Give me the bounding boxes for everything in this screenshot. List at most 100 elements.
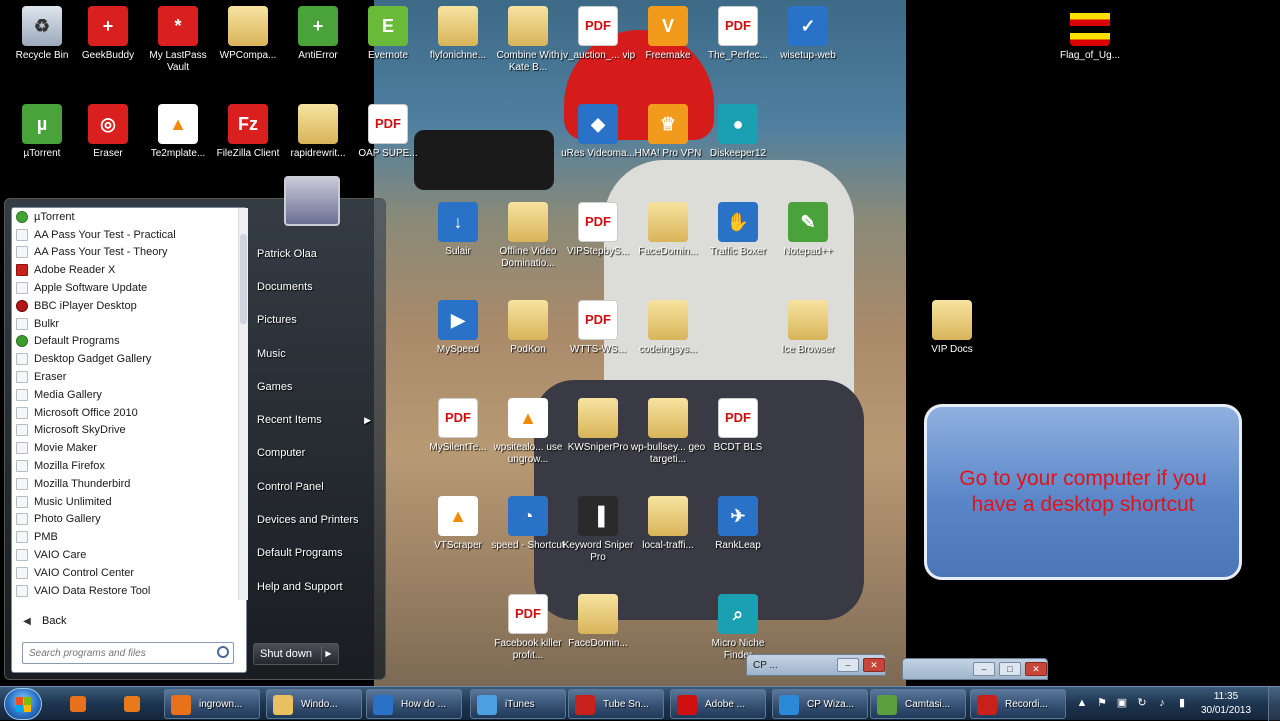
desktop-shortcut[interactable]: ◔ speed - Shortcut bbox=[490, 496, 566, 552]
program-list-item[interactable]: BBC iPlayer Desktop bbox=[12, 297, 238, 315]
taskbar-recording[interactable]: Recordi... bbox=[970, 689, 1066, 719]
desktop-shortcut[interactable]: ◆ uRes Videoma... bbox=[560, 104, 636, 160]
program-list-item[interactable]: VAIO Care bbox=[12, 546, 238, 564]
program-list-item[interactable]: Mozilla Firefox bbox=[12, 457, 238, 475]
desktop-shortcut[interactable]: PDF WTTS-WS... bbox=[560, 300, 636, 356]
desktop-shortcut[interactable]: ♕ HMA! Pro VPN bbox=[630, 104, 706, 160]
program-list-item[interactable]: Apple Software Update bbox=[12, 279, 238, 297]
desktop-shortcut[interactable]: PDF The_Perfec... bbox=[700, 6, 776, 62]
desktop-shortcut[interactable]: Combine With Kate B... bbox=[490, 6, 566, 74]
desktop-shortcut[interactable]: ▲ Te2mplate... bbox=[140, 104, 216, 160]
tray-icon[interactable]: ⚑ bbox=[1096, 697, 1108, 709]
tray-icon[interactable]: ▣ bbox=[1116, 697, 1128, 709]
start-menu-link[interactable]: Computer bbox=[251, 437, 381, 470]
desktop-shortcut[interactable]: Ice Browser bbox=[770, 300, 846, 356]
desktop-shortcut[interactable]: VIP Docs bbox=[914, 300, 990, 356]
desktop-shortcut[interactable]: + AntiError bbox=[280, 6, 356, 62]
tray-icon[interactable]: ♪ bbox=[1156, 697, 1168, 709]
program-list-item[interactable]: Adobe Reader X bbox=[12, 261, 238, 279]
program-list-scrollbar[interactable] bbox=[238, 208, 248, 600]
program-list-item[interactable]: Movie Maker bbox=[12, 439, 238, 457]
start-menu-link[interactable]: Patrick Olaa bbox=[251, 237, 381, 270]
desktop-shortcut[interactable]: PDF VIPStepbyS... bbox=[560, 202, 636, 258]
desktop-shortcut[interactable]: Flag_of_Ug... bbox=[1052, 6, 1128, 62]
program-list-item[interactable]: Bulkr bbox=[12, 315, 238, 333]
tray-icon[interactable]: ▲ bbox=[1076, 697, 1088, 709]
desktop-shortcut[interactable]: Fz FileZilla Client bbox=[210, 104, 286, 160]
program-list-item[interactable]: Desktop Gadget Gallery bbox=[12, 350, 238, 368]
desktop-shortcut[interactable]: PDF jv_auction_... vip bbox=[560, 6, 636, 62]
scrollbar-thumb[interactable] bbox=[240, 234, 247, 324]
desktop-shortcut[interactable]: codeingsys... bbox=[630, 300, 706, 356]
pinned-office[interactable] bbox=[116, 690, 148, 718]
maximize-button[interactable]: □ bbox=[999, 662, 1021, 676]
minimized-pdf-window[interactable]: – □ ✕ bbox=[902, 658, 1048, 680]
desktop-shortcut[interactable]: WPCompa... bbox=[210, 6, 286, 62]
desktop-shortcut[interactable]: ▐ Keyword Sniper Pro bbox=[560, 496, 636, 564]
program-list-item[interactable]: Default Programs bbox=[12, 333, 238, 351]
search-input[interactable] bbox=[23, 643, 203, 664]
program-list-item[interactable]: Microsoft SkyDrive bbox=[12, 422, 238, 440]
desktop-shortcut[interactable]: FaceDomin... bbox=[630, 202, 706, 258]
program-list-item[interactable]: PMB bbox=[12, 528, 238, 546]
program-list-item[interactable]: Mozilla Thunderbird bbox=[12, 475, 238, 493]
shut-down-options-arrow-icon[interactable]: ▶ bbox=[321, 646, 335, 662]
desktop-shortcut[interactable]: ◎ Eraser bbox=[70, 104, 146, 160]
desktop-shortcut[interactable]: µ µTorrent bbox=[4, 104, 80, 160]
desktop-shortcut[interactable]: * My LastPass Vault bbox=[140, 6, 216, 74]
taskbar-adobe[interactable]: Adobe ... bbox=[670, 689, 766, 719]
desktop-shortcut[interactable]: PDF OAP SUPE... bbox=[350, 104, 426, 160]
taskbar-firefox[interactable]: ingrown... bbox=[164, 689, 260, 719]
close-button[interactable]: ✕ bbox=[1025, 662, 1047, 676]
clock[interactable]: 11:35 30/01/2013 bbox=[1196, 690, 1256, 718]
desktop-shortcut[interactable]: ✓ wisetup-web bbox=[770, 6, 846, 62]
start-menu-link[interactable]: Games bbox=[251, 370, 381, 403]
desktop-shortcut[interactable]: PDF MySilentTe... bbox=[420, 398, 496, 454]
program-list-item[interactable]: AA Pass Your Test - Theory bbox=[12, 244, 238, 262]
desktop-shortcut[interactable]: E Evernote bbox=[350, 6, 426, 62]
shut-down-button[interactable]: Shut down ▶ bbox=[253, 643, 339, 665]
program-list-item[interactable]: µTorrent bbox=[12, 208, 238, 226]
desktop-shortcut[interactable]: rapidrewrit... bbox=[280, 104, 356, 160]
desktop-shortcut[interactable]: ✎ Notepad++ bbox=[770, 202, 846, 258]
desktop-shortcut[interactable]: ⌕ Micro Niche Finder bbox=[700, 594, 776, 662]
start-menu-link[interactable]: Music bbox=[251, 337, 381, 370]
start-menu-link[interactable]: Control Panel bbox=[251, 470, 381, 503]
desktop-shortcut[interactable]: V Freemake bbox=[630, 6, 706, 62]
start-menu-link[interactable]: Documents bbox=[251, 270, 381, 303]
desktop-shortcut[interactable]: flyfonichne... bbox=[420, 6, 496, 62]
desktop-shortcut[interactable]: ▲ wpsitealo... use ungrow... bbox=[490, 398, 566, 466]
restore-button[interactable]: – bbox=[837, 658, 859, 672]
desktop-shortcut[interactable]: FaceDomin... bbox=[560, 594, 636, 650]
close-button[interactable]: ✕ bbox=[863, 658, 885, 672]
desktop-shortcut[interactable]: + GeekBuddy bbox=[70, 6, 146, 62]
start-menu-link[interactable]: Devices and Printers bbox=[251, 503, 381, 536]
taskbar-itunes[interactable]: iTunes bbox=[470, 689, 566, 719]
desktop-shortcut[interactable]: local-traffi... bbox=[630, 496, 706, 552]
start-menu-link[interactable]: Pictures bbox=[251, 304, 381, 337]
minimized-cp-window[interactable]: CP ... – ✕ bbox=[746, 654, 886, 676]
user-account-picture[interactable] bbox=[284, 176, 340, 226]
pinned-media-player[interactable] bbox=[62, 690, 94, 718]
desktop-shortcut[interactable]: KWSniperPro bbox=[560, 398, 636, 454]
taskbar-tube-sniper[interactable]: Tube Sn... bbox=[568, 689, 664, 719]
tray-icon[interactable]: ▮ bbox=[1176, 697, 1188, 709]
desktop-shortcut[interactable]: ↓ Sulair bbox=[420, 202, 496, 258]
tray-icon[interactable]: ↻ bbox=[1136, 697, 1148, 709]
desktop-shortcut[interactable]: ♻ Recycle Bin bbox=[4, 6, 80, 62]
program-list-item[interactable]: VAIO Control Center bbox=[12, 564, 238, 582]
program-list-item[interactable]: Photo Gallery bbox=[12, 511, 238, 529]
start-menu-link[interactable]: Default Programs bbox=[251, 537, 381, 570]
desktop-shortcut[interactable]: ✋ Traffic Boxer bbox=[700, 202, 776, 258]
desktop-shortcut[interactable]: PodKon bbox=[490, 300, 566, 356]
desktop-shortcut[interactable]: wp-bullsey... geo targeti... bbox=[630, 398, 706, 466]
program-list-item[interactable]: Music Unlimited bbox=[12, 493, 238, 511]
desktop-shortcut[interactable]: ● Diskeeper12 bbox=[700, 104, 776, 160]
desktop-shortcut[interactable]: ▲ VTScraper bbox=[420, 496, 496, 552]
desktop-shortcut[interactable]: PDF BCDT BLS bbox=[700, 398, 776, 454]
desktop-shortcut[interactable]: ▶ MySpeed bbox=[420, 300, 496, 356]
start-button[interactable] bbox=[4, 688, 42, 720]
show-desktop-button[interactable] bbox=[1268, 687, 1280, 721]
program-list-item[interactable]: Eraser bbox=[12, 368, 238, 386]
search-icon[interactable] bbox=[217, 646, 229, 658]
